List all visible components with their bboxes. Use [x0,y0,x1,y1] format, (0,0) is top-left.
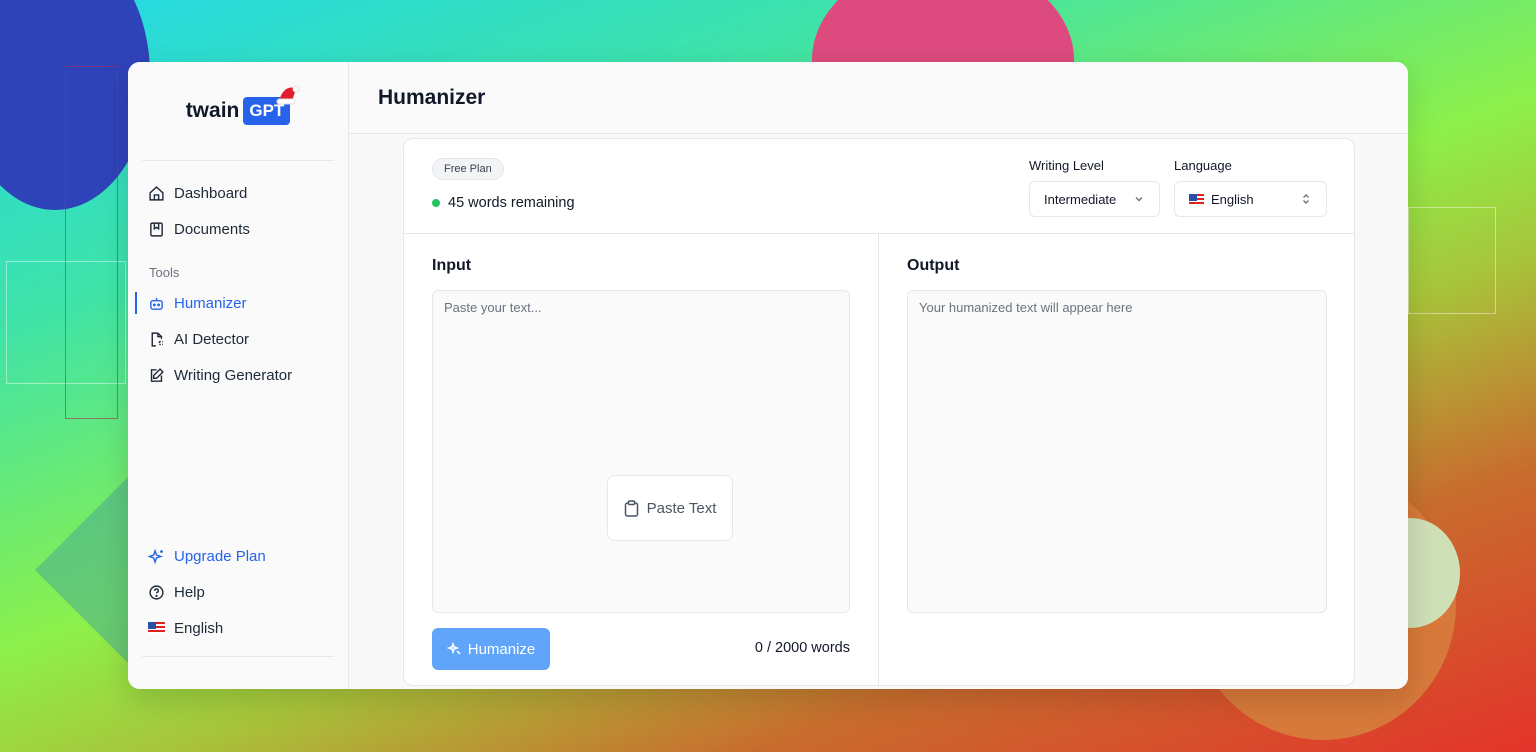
main-content: Humanizer Free Plan 45 words remaining W… [349,62,1408,689]
status-dot-icon [432,199,440,207]
sidebar-item-label: AI Detector [174,330,250,348]
sparkles-icon [148,548,163,564]
card-toolbar: Free Plan 45 words remaining Writing Lev… [404,139,1354,234]
sidebar-section-tools: Tools [149,264,180,280]
language-select-value: English [1211,191,1254,207]
humanize-label: Humanize [467,640,536,658]
sidebar-item-writing-generator[interactable]: Writing Generator [142,357,334,393]
words-remaining: 45 words remaining [432,195,575,211]
logo-badge: GPT [243,85,300,125]
page-header: Humanizer [349,62,1408,134]
chevron-down-icon [1135,197,1143,202]
sidebar-nav: Dashboard Documents Tools Humanizer AI D… [135,175,334,393]
page-title: Humanizer [378,85,486,109]
writing-level-label: Writing Level [1029,158,1104,173]
sidebar-item-dashboard[interactable]: Dashboard [142,175,334,211]
language-select-content: English [1189,192,1254,207]
input-title: Input [432,257,472,274]
output-title: Output [907,257,960,274]
writing-level-value: Intermediate [1044,191,1117,207]
sidebar-divider [142,656,334,657]
language-group: Language English [1174,158,1327,217]
writing-level-group: Writing Level Intermediate [1029,158,1160,217]
help-icon [149,584,164,600]
santa-hat-icon [276,85,300,105]
app-window: twain GPT Dashboard Documents Tools Huma… [128,62,1408,689]
language-select[interactable]: English [1174,181,1327,217]
humanizer-card: Free Plan 45 words remaining Writing Lev… [403,138,1355,686]
paste-text-button[interactable]: Paste Text [607,475,733,541]
output-panel: Output Your humanized text will appear h… [879,234,1354,685]
sidebar-item-documents[interactable]: Documents [142,211,334,247]
writing-level-select[interactable]: Intermediate [1029,181,1160,217]
sidebar-bottom: Upgrade Plan Help English [142,538,334,657]
us-flag-icon [148,622,165,634]
help-label: Help [174,583,205,601]
input-textarea[interactable]: Paste your text... Paste Text [432,290,850,613]
background-frame [65,66,118,419]
sidebar-item-label: Writing Generator [174,366,293,384]
logo-text: twain [185,99,240,122]
sidebar-item-label: Dashboard [174,184,248,202]
humanize-button[interactable]: Humanize [432,628,550,670]
file-scan-icon [151,331,163,347]
us-flag-icon [1189,193,1204,205]
language-select-label: Language [1174,158,1232,173]
clipboard-icon [624,499,638,517]
input-placeholder: Paste your text... [444,300,542,315]
language-label: English [174,619,224,637]
sidebar-item-label: Documents [174,220,250,238]
sidebar-item-humanizer[interactable]: Humanizer [135,285,334,321]
help-button[interactable]: Help [142,574,334,610]
input-panel: Input Paste your text... Paste Text Huma… [404,234,879,685]
sidebar-item-ai-detector[interactable]: AI Detector [142,321,334,357]
wand-icon [446,642,461,655]
output-placeholder: Your humanized text will appear here [919,300,1133,315]
card-body: Input Paste your text... Paste Text Huma… [404,234,1354,685]
sidebar-item-label: Humanizer [174,294,247,312]
upgrade-plan-button[interactable]: Upgrade Plan [142,538,334,574]
home-icon [149,185,164,201]
background-frame [1408,207,1496,314]
plan-badge: Free Plan [432,158,504,180]
words-remaining-text: 45 words remaining [448,195,575,211]
upgrade-plan-label: Upgrade Plan [174,547,266,565]
document-icon [150,221,163,237]
edit-icon [150,367,164,382]
robot-icon [150,297,163,310]
chevron-up-down-icon [1303,194,1309,204]
logo[interactable]: twain GPT [142,62,334,161]
language-switch[interactable]: English [142,610,334,646]
sidebar: twain GPT Dashboard Documents Tools Huma… [128,62,349,689]
output-textarea[interactable]: Your humanized text will appear here [907,290,1327,613]
paste-text-label: Paste Text [646,499,717,517]
word-count: 0 / 2000 words [754,640,850,656]
